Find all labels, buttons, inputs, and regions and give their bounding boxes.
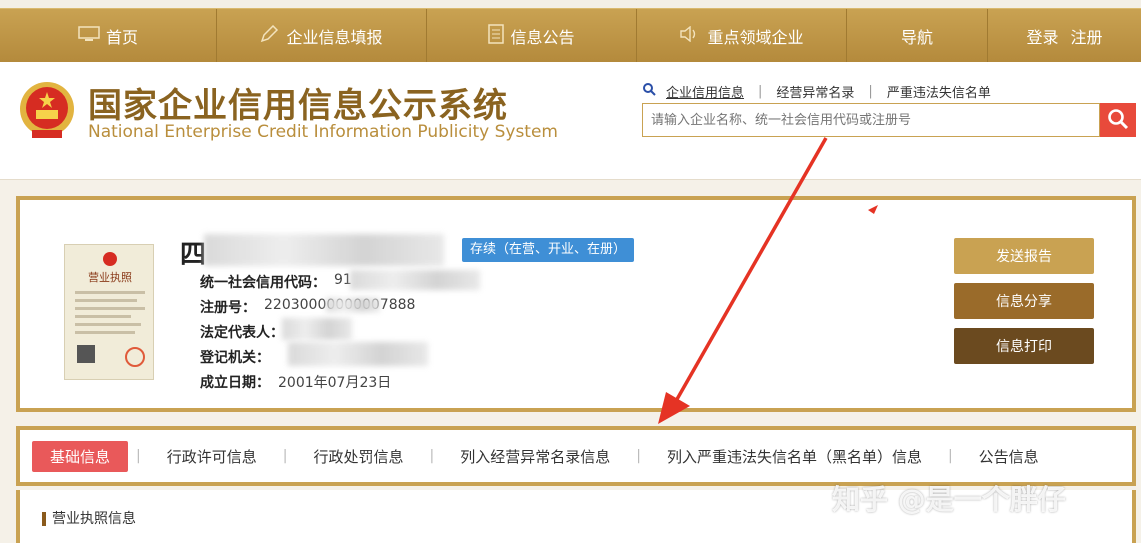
- nav-report-label: 企业信息填报: [286, 28, 383, 47]
- login-link[interactable]: 登录: [1026, 24, 1058, 48]
- top-strip: [0, 0, 1141, 8]
- redaction-mask: [204, 234, 444, 266]
- search-input[interactable]: [642, 103, 1100, 137]
- legal-rep-label: 法定代表人：: [200, 325, 284, 341]
- search-tab-credit[interactable]: 企业信用信息: [662, 82, 758, 101]
- top-navigation: 首页 企业信息填报 信息公告 重点领域企业 导航 登录 注册: [0, 8, 1141, 63]
- business-license-image: 营业执照: [64, 244, 154, 380]
- search-button[interactable]: [1100, 103, 1136, 137]
- national-emblem-icon: [18, 80, 76, 142]
- info-row-legal-rep: 法定代表人：: [200, 322, 292, 342]
- redaction-mask: [282, 318, 352, 340]
- share-info-button[interactable]: 信息分享: [954, 283, 1094, 319]
- speaker-icon: [679, 25, 701, 46]
- search-tab-blacklist[interactable]: 严重违法失信名单: [873, 82, 1005, 101]
- site-title: 国家企业信用信息公示系统: [88, 86, 508, 126]
- nav-guide[interactable]: 导航: [847, 9, 988, 63]
- nav-notice-label: 信息公告: [510, 28, 575, 47]
- nav-home[interactable]: 首页: [0, 9, 217, 63]
- company-card: 营业执照 四 存续（在营、开业、在册） 统一社会信用代码： 91 注册号： 22…: [16, 196, 1136, 412]
- nav-report[interactable]: 企业信息填报: [217, 9, 427, 63]
- nav-home-label: 首页: [105, 28, 138, 47]
- company-name: 四: [180, 240, 207, 270]
- site-header: 国家企业信用信息公示系统 National Enterprise Credit …: [0, 62, 1141, 180]
- info-row-founded: 成立日期： 2001年07月23日: [200, 372, 391, 392]
- redaction-mask: [288, 342, 428, 366]
- founded-label: 成立日期：: [200, 375, 270, 391]
- redaction-mask: [350, 270, 480, 290]
- redaction-mask: [326, 298, 380, 312]
- status-badge: 存续（在营、开业、在册）: [462, 238, 635, 262]
- search-small-icon: [643, 83, 656, 100]
- credit-code-label: 统一社会信用代码：: [200, 275, 326, 291]
- document-icon: [488, 24, 505, 48]
- send-report-button[interactable]: 发送报告: [954, 238, 1094, 274]
- search-tab-abnormal[interactable]: 经营异常名录: [762, 82, 868, 101]
- search-tabs: 企业信用信息 | 经营异常名录 | 严重违法失信名单: [643, 82, 1005, 101]
- info-row-authority: 登记机关：: [200, 347, 278, 367]
- tab-admin-penalty[interactable]: 行政处罚信息: [287, 446, 429, 467]
- register-link[interactable]: 注册: [1071, 24, 1103, 48]
- tab-blacklist[interactable]: 列入严重违法失信名单（黑名单）信息: [641, 446, 948, 467]
- nav-key-sector-label: 重点领域企业: [707, 28, 804, 47]
- tab-basic-info[interactable]: 基础信息: [32, 440, 129, 472]
- tab-admin-license[interactable]: 行政许可信息: [141, 446, 283, 467]
- print-info-button[interactable]: 信息打印: [954, 328, 1094, 364]
- info-tabs: 基础信息 | 行政许可信息 | 行政处罚信息 | 列入经营异常名录信息 | 列入…: [16, 426, 1136, 486]
- edit-icon: [260, 24, 280, 47]
- tab-announcements[interactable]: 公告信息: [953, 446, 1065, 467]
- nav-key-sector[interactable]: 重点领域企业: [637, 9, 847, 63]
- nav-guide-label: 导航: [900, 28, 933, 47]
- search-icon: [1107, 108, 1129, 133]
- info-row-reg-number: 注册号： 22030000000007888: [200, 297, 415, 317]
- nav-notice[interactable]: 信息公告: [427, 9, 637, 63]
- site-title-english: National Enterprise Credit Information P…: [88, 122, 558, 142]
- section-title: 营业执照信息: [42, 512, 136, 526]
- nav-auth: 登录 注册: [988, 9, 1141, 63]
- monitor-icon: [78, 26, 100, 46]
- watermark: 知乎 @是一个胖仔: [832, 483, 1066, 516]
- reg-number-label: 注册号：: [200, 300, 256, 316]
- authority-label: 登记机关：: [200, 350, 270, 366]
- license-caption: 营业执照: [88, 270, 132, 284]
- founded-value: 2001年07月23日: [278, 375, 392, 391]
- info-row-credit-code: 统一社会信用代码： 91: [200, 272, 352, 292]
- tab-abnormal-list[interactable]: 列入经营异常名录信息: [434, 446, 636, 467]
